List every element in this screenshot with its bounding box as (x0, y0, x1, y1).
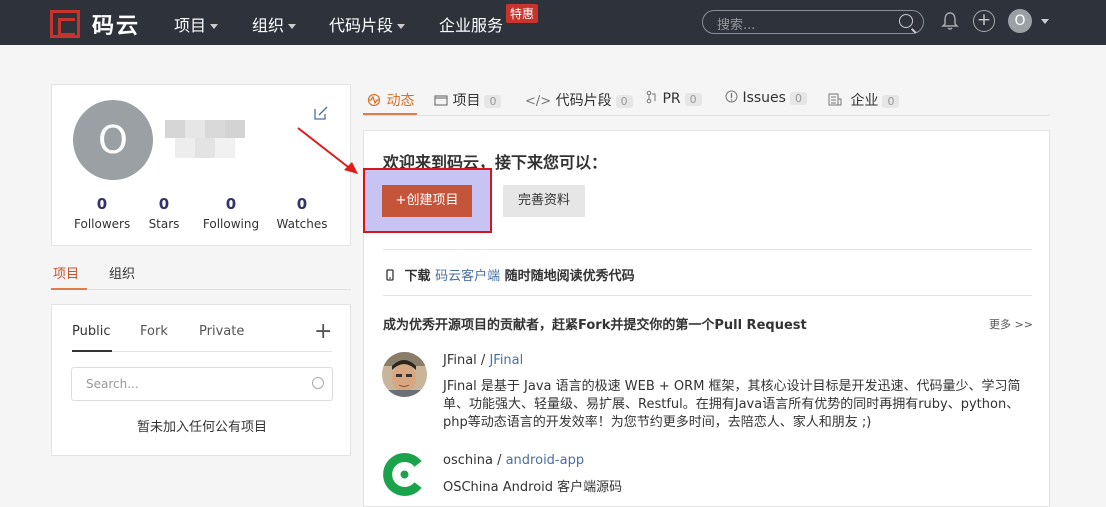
download-client-line: 下载 码云客户端 随时随地阅读优秀代码 (386, 265, 635, 284)
chevron-down-icon[interactable] (1041, 19, 1049, 24)
main-tabs: 动态 项目 0 </> 代码片段 0 PR 0 Issues 0 企业 0 (363, 84, 1050, 116)
filter-fork[interactable]: Fork (140, 324, 168, 339)
pull-request-icon (646, 90, 656, 104)
edit-icon[interactable] (314, 106, 328, 120)
stat-stars[interactable]: 0 Stars (144, 195, 184, 231)
code-icon: </> (525, 94, 552, 109)
main-feed-card: 欢迎来到码云，接下来您可以： +创建项目 完善资料 下载 码云客户端 随时随地阅… (363, 130, 1050, 507)
featured-project-title[interactable]: oschina / android-app (443, 453, 584, 468)
filter-private[interactable]: Private (199, 324, 244, 339)
annotation-arrow-icon (297, 127, 358, 174)
create-plus-icon[interactable]: + (973, 10, 995, 32)
chevron-down-icon (210, 24, 219, 29)
client-download-link[interactable]: 码云客户端 (435, 269, 500, 284)
user-avatar[interactable]: O (1008, 9, 1032, 33)
divider (383, 249, 1032, 250)
tab-activity[interactable]: 动态 (366, 90, 414, 110)
mobile-phone-icon (386, 269, 394, 281)
search-icon[interactable] (312, 377, 324, 389)
empty-projects-text: 暂未加入任何公有项目 (136, 420, 267, 435)
chevron-down-icon (397, 24, 406, 29)
blurred-username (165, 120, 255, 160)
featured-project-title[interactable]: JFinal / JFinal (443, 353, 523, 368)
activity-icon (367, 93, 381, 107)
hot-deal-badge: 特惠 (506, 4, 539, 23)
featured-project-desc: JFinal 是基于 Java 语言的极速 WEB + ORM 框架，其核心设计… (443, 379, 1021, 430)
stat-watches[interactable]: 0 Watches (276, 195, 328, 231)
active-filter-indicator (72, 350, 112, 352)
top-navbar: 码云 项目 组织 代码片段 企业服务 特惠 搜索... + O (0, 0, 1106, 45)
count-badge: 0 (484, 95, 502, 108)
nav-item-enterprise[interactable]: 企业服务 (439, 12, 503, 36)
search-placeholder: 搜索... (717, 18, 756, 33)
info-icon (725, 90, 738, 103)
count-badge: 0 (882, 95, 900, 108)
create-project-button[interactable]: +创建项目 (382, 185, 472, 217)
tab-projects-main[interactable]: 项目 0 (434, 90, 502, 110)
projects-panel: Public Fork Private + Search... 暂未加入任何公有… (51, 304, 351, 456)
nav-item-snippets[interactable]: 代码片段 (329, 12, 406, 36)
search-icon[interactable] (899, 14, 913, 28)
nav-item-organizations[interactable]: 组织 (252, 12, 297, 36)
jfinal-avatar[interactable] (382, 352, 427, 397)
count-badge: 0 (615, 95, 633, 108)
project-search-input[interactable]: Search... (71, 367, 333, 401)
left-tabs: 项目 组织 (51, 258, 351, 290)
contribute-heading: 成为优秀开源项目的贡献者，赶紧Fork并提交你的第一个Pull Request (383, 318, 807, 333)
oschina-logo-icon[interactable] (382, 452, 427, 497)
filter-public[interactable]: Public (72, 324, 110, 339)
stat-followers[interactable]: 0 Followers (74, 195, 130, 231)
tab-snippets[interactable]: </> 代码片段 0 (525, 90, 633, 110)
divider (383, 295, 1032, 296)
nav-item-projects[interactable]: 项目 (174, 12, 219, 36)
logo-text: 码云 (92, 14, 141, 39)
folder-icon (434, 95, 448, 106)
stat-following[interactable]: 0 Following (202, 195, 260, 231)
active-tab-indicator (363, 113, 417, 115)
logo-mark-icon (50, 10, 80, 38)
featured-project-desc: OSChina Android 客户端源码 (443, 480, 623, 495)
active-tab-indicator (51, 288, 87, 290)
tab-issues[interactable]: Issues 0 (725, 90, 807, 106)
tab-enterprise[interactable]: 企业 0 (828, 90, 900, 110)
bell-icon[interactable] (941, 11, 959, 31)
more-link[interactable]: 更多 >> (989, 316, 1033, 332)
search-placeholder: Search... (86, 377, 139, 391)
building-icon (828, 93, 842, 106)
add-project-icon[interactable]: + (314, 319, 332, 344)
global-search-input[interactable]: 搜索... (702, 10, 924, 34)
chevron-down-icon (288, 24, 297, 29)
logo[interactable]: 码云 (50, 8, 140, 40)
tab-pull-requests[interactable]: PR 0 (646, 90, 702, 107)
tab-projects[interactable]: 项目 (53, 263, 79, 282)
count-badge: 0 (789, 92, 807, 105)
count-badge: 0 (684, 93, 702, 106)
profile-avatar[interactable]: O (73, 100, 153, 180)
tab-organizations[interactable]: 组织 (109, 263, 135, 282)
complete-profile-button[interactable]: 完善资料 (503, 185, 585, 217)
